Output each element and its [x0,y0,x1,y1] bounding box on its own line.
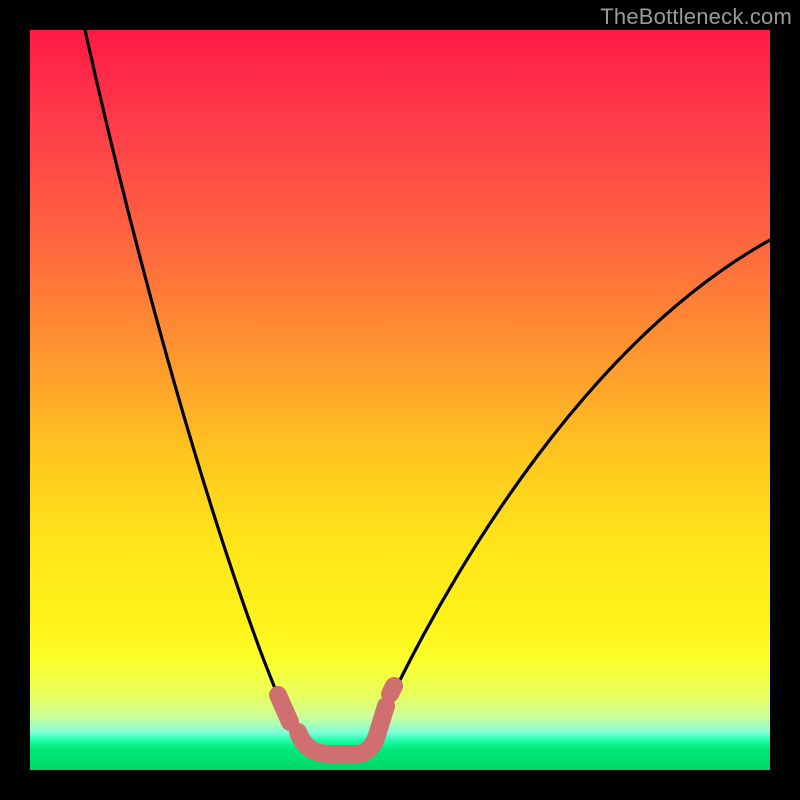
plot-area [30,30,770,770]
bottleneck-curve [85,30,770,752]
outer-frame: TheBottleneck.com [0,0,800,800]
watermark-text: TheBottleneck.com [600,4,792,30]
curve-svg [30,30,770,770]
valley-highlight [278,686,394,754]
